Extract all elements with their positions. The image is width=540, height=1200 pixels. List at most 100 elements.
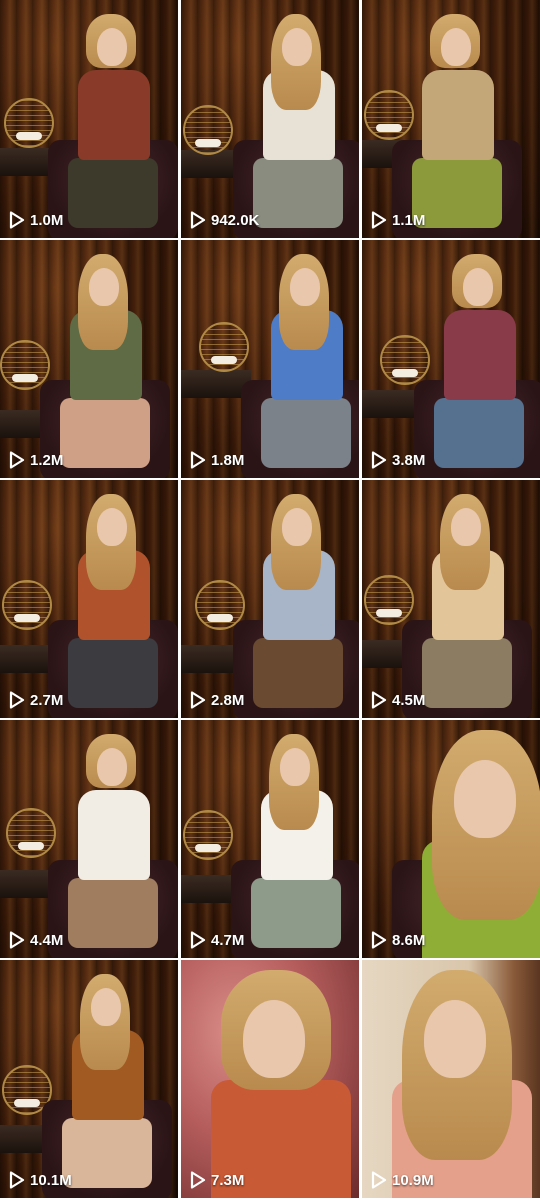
view-count: 4.7M xyxy=(190,931,244,949)
table-stand xyxy=(181,645,236,673)
face xyxy=(91,988,121,1026)
view-count-label: 1.8M xyxy=(211,451,245,469)
play-outline-icon xyxy=(9,931,25,949)
video-thumbnail[interactable]: 2.7M xyxy=(0,480,178,718)
play-outline-icon xyxy=(371,451,387,469)
face xyxy=(451,508,481,546)
video-thumbnail[interactable]: 942.0K xyxy=(181,0,359,238)
view-count-label: 4.5M xyxy=(392,691,426,709)
play-outline-icon xyxy=(371,211,387,229)
view-count-label: 4.4M xyxy=(30,931,64,949)
view-count-label: 2.8M xyxy=(211,691,245,709)
video-grid: 1.0M 942.0K 1.1M 1.2M 1.8M 3.8M 2.7M 2.8M 4.5M 4.… xyxy=(0,0,540,1200)
bottom-clothing xyxy=(412,158,502,228)
face xyxy=(97,508,127,546)
face xyxy=(441,28,471,66)
table-stand xyxy=(0,870,55,898)
face xyxy=(89,268,119,306)
play-outline-icon xyxy=(9,1171,25,1189)
top-clothing xyxy=(444,310,516,400)
bottom-clothing xyxy=(434,398,524,468)
video-thumbnail[interactable]: 10.1M xyxy=(0,960,178,1198)
view-count-label: 10.9M xyxy=(392,1171,434,1189)
video-thumbnail[interactable]: 1.0M xyxy=(0,0,178,238)
face xyxy=(243,1000,305,1078)
bottom-clothing xyxy=(68,638,158,708)
face xyxy=(97,28,127,66)
view-count: 942.0K xyxy=(190,211,259,229)
view-count-label: 1.1M xyxy=(392,211,426,229)
play-outline-icon xyxy=(190,1171,206,1189)
view-count-label: 2.7M xyxy=(30,691,64,709)
view-count: 2.8M xyxy=(190,691,244,709)
bingo-cage xyxy=(2,580,52,630)
face xyxy=(290,268,320,306)
view-count: 1.2M xyxy=(9,451,63,469)
view-count: 10.9M xyxy=(371,1171,434,1189)
view-count: 2.7M xyxy=(9,691,63,709)
bottom-clothing xyxy=(251,878,341,948)
bingo-cage xyxy=(380,335,430,385)
view-count-label: 8.6M xyxy=(392,931,426,949)
bingo-cage xyxy=(364,575,414,625)
video-thumbnail[interactable]: 4.4M xyxy=(0,720,178,958)
bottom-clothing xyxy=(253,158,343,228)
play-outline-icon xyxy=(9,211,25,229)
play-outline-icon xyxy=(371,691,387,709)
view-count-label: 1.2M xyxy=(30,451,64,469)
bingo-cage xyxy=(4,98,54,148)
video-thumbnail[interactable]: 4.7M xyxy=(181,720,359,958)
bingo-cage xyxy=(183,810,233,860)
bottom-clothing xyxy=(253,638,343,708)
play-outline-icon xyxy=(190,211,206,229)
table-stand xyxy=(362,390,422,418)
video-thumbnail[interactable]: 8.6M xyxy=(362,720,540,958)
view-count: 4.4M xyxy=(9,931,63,949)
bottom-clothing xyxy=(60,398,150,468)
video-thumbnail[interactable]: 1.2M xyxy=(0,240,178,478)
table-stand xyxy=(0,148,50,176)
video-thumbnail[interactable]: 4.5M xyxy=(362,480,540,718)
face xyxy=(424,1000,486,1078)
view-count-label: 7.3M xyxy=(211,1171,245,1189)
view-count-label: 4.7M xyxy=(211,931,245,949)
bingo-cage xyxy=(0,340,50,390)
face xyxy=(97,748,127,786)
video-thumbnail[interactable]: 1.8M xyxy=(181,240,359,478)
bingo-cage xyxy=(183,105,233,155)
play-outline-icon xyxy=(371,931,387,949)
bottom-clothing xyxy=(68,878,158,948)
video-thumbnail[interactable]: 3.8M xyxy=(362,240,540,478)
bottom-clothing xyxy=(62,1118,152,1188)
view-count-label: 1.0M xyxy=(30,211,64,229)
view-count: 1.8M xyxy=(190,451,244,469)
face xyxy=(282,28,312,66)
face xyxy=(282,508,312,546)
view-count-label: 3.8M xyxy=(392,451,426,469)
video-thumbnail[interactable]: 2.8M xyxy=(181,480,359,718)
play-outline-icon xyxy=(371,1171,387,1189)
bottom-clothing xyxy=(68,158,158,228)
video-thumbnail[interactable]: 10.9M xyxy=(362,960,540,1198)
bingo-cage xyxy=(199,322,249,372)
face xyxy=(454,760,516,838)
view-count-label: 942.0K xyxy=(211,211,260,229)
bingo-cage xyxy=(364,90,414,140)
top-clothing xyxy=(78,70,150,160)
video-thumbnail[interactable]: 7.3M xyxy=(181,960,359,1198)
bottom-clothing xyxy=(422,638,512,708)
view-count: 10.1M xyxy=(9,1171,72,1189)
play-outline-icon xyxy=(9,691,25,709)
face xyxy=(463,268,493,306)
face xyxy=(280,748,310,786)
view-count: 4.5M xyxy=(371,691,425,709)
view-count: 7.3M xyxy=(190,1171,244,1189)
play-outline-icon xyxy=(190,931,206,949)
top-clothing xyxy=(78,790,150,880)
top-clothing xyxy=(422,70,494,160)
video-thumbnail[interactable]: 1.1M xyxy=(362,0,540,238)
view-count: 1.0M xyxy=(9,211,63,229)
play-outline-icon xyxy=(9,451,25,469)
view-count-label: 10.1M xyxy=(30,1171,72,1189)
table-stand xyxy=(181,875,236,903)
